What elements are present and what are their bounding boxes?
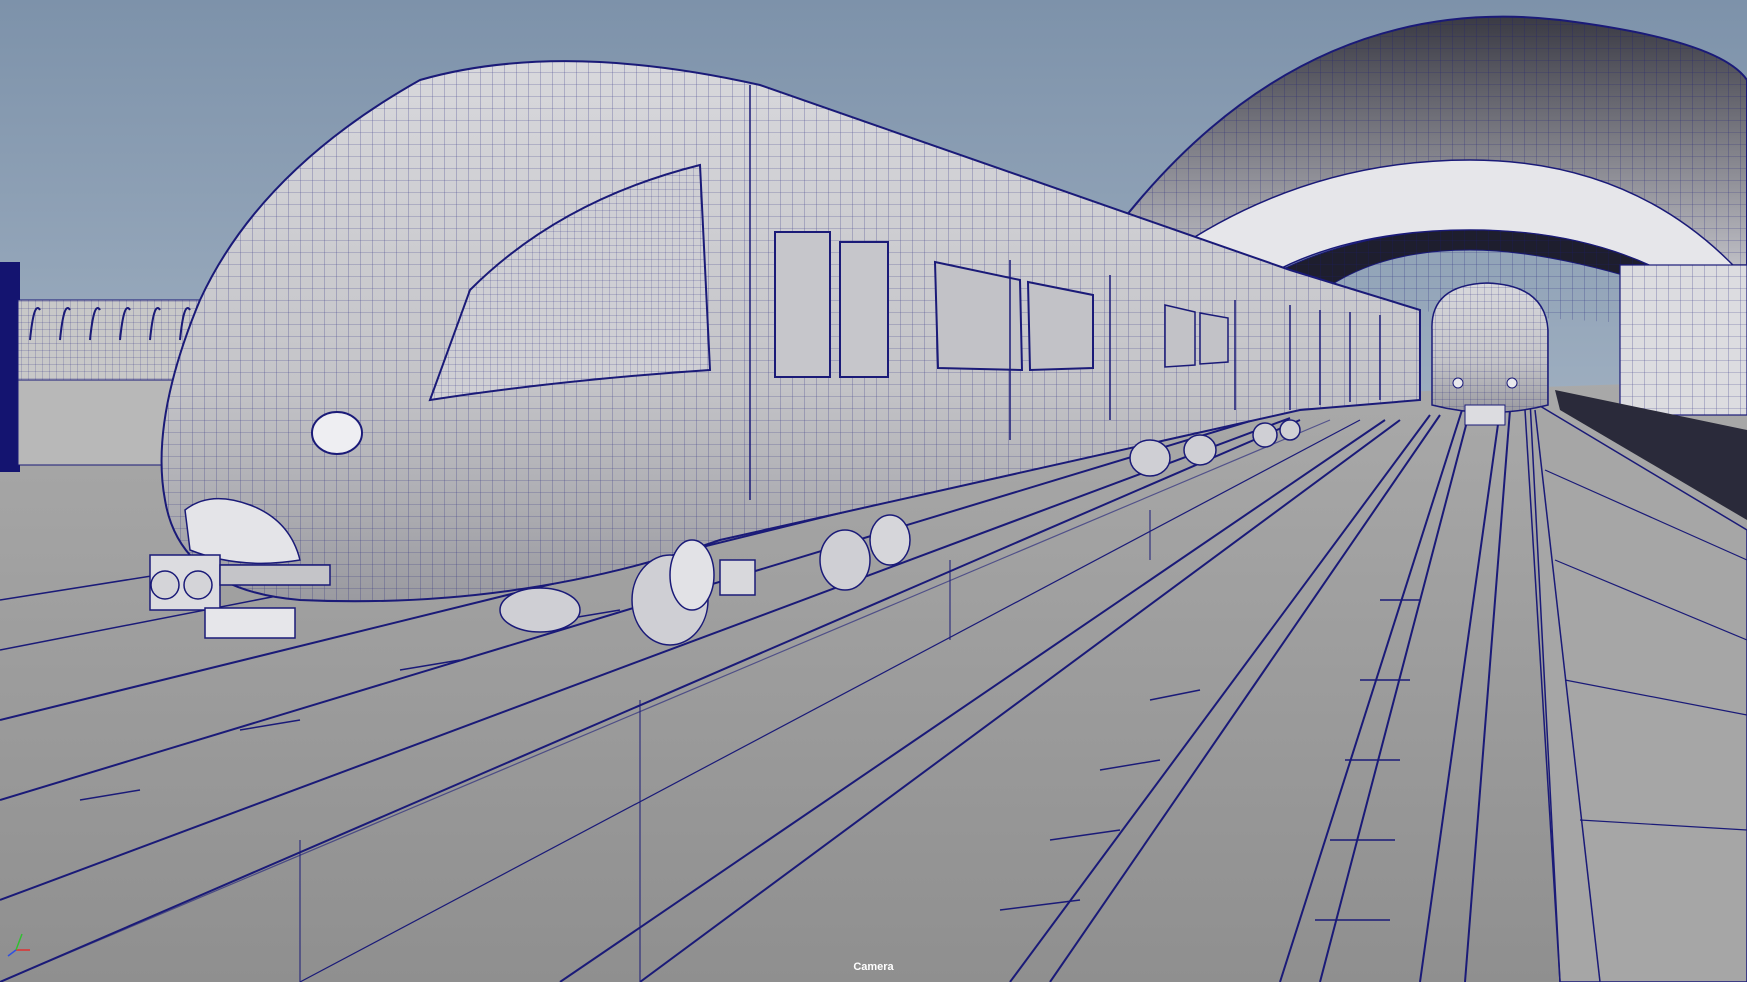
xyz-axis-icon bbox=[7, 933, 30, 957]
camera-label: Camera bbox=[853, 961, 894, 973]
scene-render[interactable] bbox=[0, 0, 1747, 982]
train-rear-car bbox=[1431, 282, 1549, 426]
platform bbox=[1529, 390, 1747, 982]
3d-viewport[interactable]: Camera bbox=[0, 0, 1747, 982]
